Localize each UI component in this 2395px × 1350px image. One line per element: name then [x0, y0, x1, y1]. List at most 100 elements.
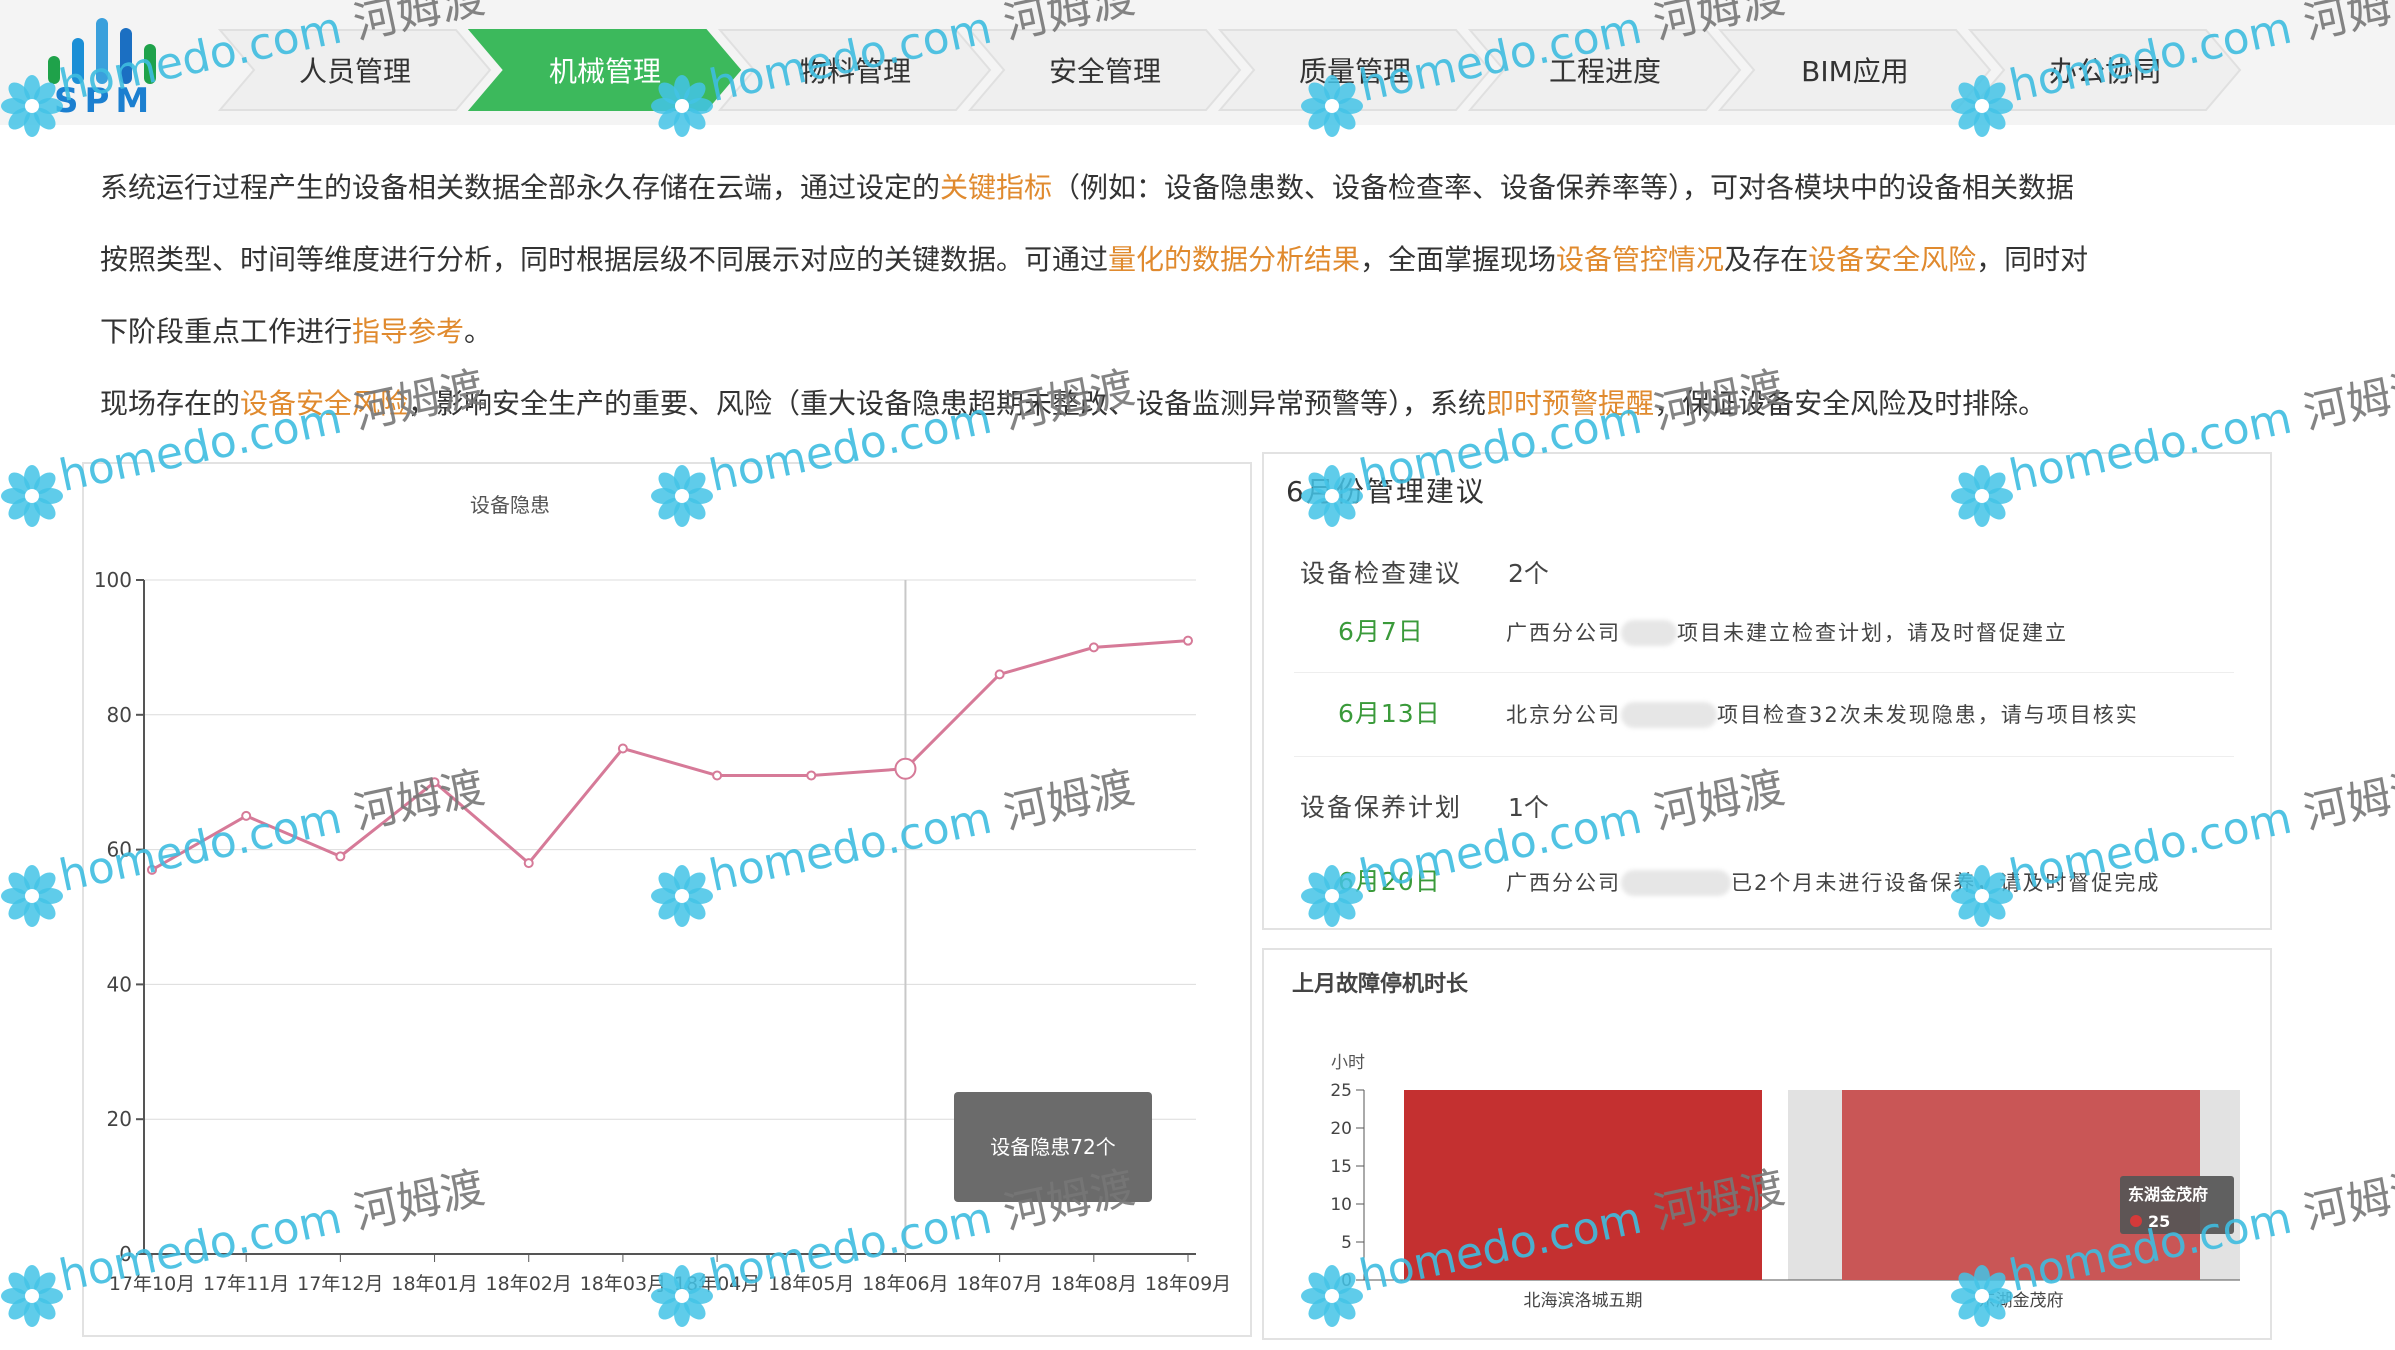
- intro-paragraph-line-1: 系统运行过程产生的设备相关数据全部永久存储在云端，通过设定的关键指标（例如：设备…: [100, 168, 2320, 208]
- intro-highlight: 即时预警提醒: [1486, 387, 1655, 420]
- x-tick-label: 东湖金茂府: [1979, 1291, 2064, 1311]
- data-point: [894, 757, 917, 780]
- data-point: [1183, 635, 1193, 646]
- intro-text: 系统运行过程产生的设备相关数据全部永久存储在云端，通过设定的: [100, 171, 941, 204]
- x-tick-label: 18年03月: [580, 1273, 666, 1295]
- redacted-project: [1621, 702, 1717, 728]
- data-point: [617, 743, 628, 754]
- x-tick-label: 18年05月: [768, 1273, 854, 1295]
- x-tick-label: 18年04月: [674, 1273, 760, 1295]
- advice-item-text[interactable]: 广西分公司 已2个月未进行设备保养，请及时督促完成: [1506, 864, 2160, 897]
- tooltip-text: 设备隐患72个: [990, 1135, 1115, 1159]
- advice-item-text[interactable]: 北京分公司 项目检查32次未发现隐患，请与项目核实: [1506, 696, 2139, 729]
- x-tick-label: 18年02月: [486, 1273, 572, 1295]
- x-tick-label: 北海滨洛城五期: [1524, 1291, 1643, 1311]
- intro-highlight: 量化的数据分析结果: [1108, 243, 1361, 276]
- data-point: [147, 864, 157, 875]
- intro-text: 现场存在的: [100, 387, 241, 420]
- bar-tooltip: 东湖金茂府 25: [2120, 1176, 2234, 1234]
- tab-8[interactable]: 办公协同: [1990, 52, 2220, 92]
- advice-item-text[interactable]: 广西分公司 项目未建立检查计划，请及时督促建立: [1506, 614, 2068, 647]
- y-axis-label: 小时: [1331, 1053, 1365, 1073]
- redacted-project: [1621, 620, 1677, 646]
- advice-item-date: 6月7日: [1338, 617, 1424, 646]
- data-point: [429, 777, 440, 788]
- hazard-line-chart[interactable]: 设备隐患 0 20 40 60 80 100 17年10月 17年11月 17年12月 18年01月…: [84, 464, 1250, 1335]
- x-tick-label: 17年10月: [109, 1273, 195, 1295]
- intro-highlight: 指导参考: [352, 315, 465, 348]
- tab-2[interactable]: 机械管理: [490, 52, 720, 92]
- y-tick-label: 15: [1330, 1157, 1352, 1177]
- intro-text: 。: [464, 315, 493, 348]
- x-tick-label: 18年07月: [956, 1273, 1042, 1295]
- advice-section-count: 2个: [1508, 559, 1549, 588]
- intro-highlight: 设备管控情况: [1556, 243, 1725, 276]
- intro-text: ，保证设备安全风险及时排除。: [1654, 387, 2047, 420]
- tab-5[interactable]: 质量管理: [1240, 52, 1470, 92]
- data-point: [1088, 642, 1099, 653]
- y-tick-label: 40: [107, 972, 132, 996]
- watermark-flower-icon: [1, 465, 63, 527]
- y-tick-label: 5: [1341, 1233, 1352, 1253]
- watermark-flower-icon: [1, 1265, 63, 1327]
- tab-1[interactable]: 人员管理: [240, 52, 470, 92]
- y-tick-label: 20: [107, 1107, 132, 1131]
- y-tick-label: 100: [94, 568, 132, 592]
- x-tick-label: 18年09月: [1145, 1273, 1231, 1295]
- advice-item-company: 广西分公司: [1506, 621, 1621, 645]
- advice-item-company: 北京分公司: [1506, 703, 1621, 727]
- downtime-bar-chart[interactable]: 小时0510152025北海滨洛城五期 东湖金茂府东湖金茂府25: [1264, 950, 2270, 1338]
- advice-title: 6月份管理建议: [1286, 475, 1486, 508]
- advice-item-company: 广西分公司: [1506, 871, 1621, 895]
- y-tick-label: 25: [1330, 1081, 1352, 1101]
- x-tick-label: 18年06月: [862, 1273, 948, 1295]
- x-tick-label: 17年12月: [297, 1273, 383, 1295]
- y-tick-label: 60: [107, 838, 132, 862]
- y-tick-label: 80: [107, 703, 132, 727]
- intro-text: 按照类型、时间等维度进行分析，同时根据层级不同展示对应的关键数据。可通过: [100, 243, 1109, 276]
- intro-text: ，影响安全生产的重要、风险（重大设备隐患超期未整改、设备监测异常预警等），系统: [408, 387, 1487, 420]
- data-point: [523, 858, 534, 869]
- intro-text: 及存在: [1724, 243, 1809, 276]
- x-tick-label: 18年01月: [391, 1273, 477, 1295]
- data-point: [241, 810, 252, 821]
- advice-section-label: 设备检查建议: [1300, 559, 1463, 588]
- advice-item-message: 项目未建立检查计划，请及时督促建立: [1677, 621, 2068, 645]
- intro-text: （例如：设备隐患数、设备检查率、设备保养率等），可对各模块中的设备相关数据: [1052, 171, 2075, 204]
- intro-highlight: 设备安全风险: [240, 387, 409, 420]
- watermark-cn: 河姆渡: [2299, 762, 2395, 840]
- tab-4[interactable]: 安全管理: [990, 52, 1220, 92]
- intro-paragraph-line-2: 按照类型、时间等维度进行分析，同时根据层级不同展示对应的关键数据。可通过量化的数…: [100, 240, 2320, 280]
- watermark-cn: 河姆渡: [2299, 1162, 2395, 1240]
- intro-paragraph-line-3: 下阶段重点工作进行指导参考。: [100, 312, 2320, 352]
- tab-6[interactable]: 工程进度: [1490, 52, 1720, 92]
- divider: [1294, 672, 2234, 673]
- y-tick-label: 10: [1330, 1195, 1352, 1215]
- downtime-bar-chart-panel: 上月故障停机时长 小时 0 5 10 15 20 25 北海滨洛城五期 东湖金茂府 东湖金茂府 25: [1262, 948, 2272, 1340]
- top-nav: SPM 人员管理 机械管理 物料管理 安全管理 质量管理 工程进度 BIM应用 办公协同: [0, 0, 2395, 125]
- tab-3[interactable]: 物料管理: [740, 52, 970, 92]
- intro-highlight: 设备安全风险: [1808, 243, 1977, 276]
- data-point: [994, 669, 1005, 680]
- data-point: [335, 851, 346, 862]
- series-line: [151, 639, 1189, 872]
- intro-text: ，同时对: [1976, 243, 2089, 276]
- intro-highlight: 关键指标: [940, 171, 1053, 204]
- intro-paragraph-line-4: 现场存在的设备安全风险，影响安全生产的重要、风险（重大设备隐患超期未整改、设备监…: [100, 384, 2320, 424]
- advice-item-date: 6月13日: [1338, 699, 1441, 728]
- watermark-flower-icon: [1, 865, 63, 927]
- tooltip-dot: [2130, 1215, 2142, 1227]
- hazard-line-chart-panel: 设备隐患 0 20 40 60 80 100 17年10月 17年11月 17年12月 18年01月…: [82, 462, 1252, 1337]
- y-tick-label: 0: [1341, 1271, 1352, 1291]
- data-point: [806, 770, 817, 781]
- redacted-project: [1621, 870, 1731, 896]
- advice-section-label: 设备保养计划: [1300, 793, 1463, 822]
- x-tick-label: 17年11月: [203, 1273, 289, 1295]
- advice-item-date: 6月20日: [1338, 867, 1441, 896]
- tooltip-name: 东湖金茂府: [2128, 1185, 2208, 1204]
- advice-item-message: 项目检查32次未发现隐患，请与项目核实: [1717, 703, 2139, 727]
- chart-tooltip: 设备隐患72个: [954, 1092, 1152, 1202]
- bar: [1404, 1090, 1762, 1280]
- tab-7[interactable]: BIM应用: [1740, 52, 1970, 92]
- intro-text: ，全面掌握现场: [1360, 243, 1557, 276]
